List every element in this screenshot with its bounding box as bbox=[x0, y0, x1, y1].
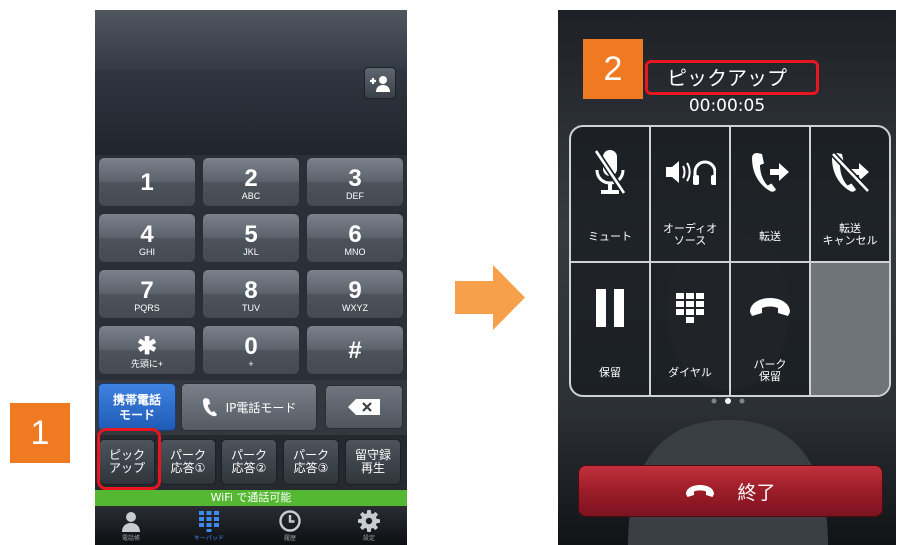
empty-slot bbox=[811, 263, 889, 395]
key-star[interactable]: ✱ 先頭に+ bbox=[98, 325, 196, 375]
audio-source-icon bbox=[666, 160, 716, 185]
backspace-button[interactable] bbox=[325, 385, 403, 429]
step-2-badge: 2 bbox=[583, 39, 643, 99]
step-1-badge: 1 bbox=[10, 403, 70, 463]
tab-settings[interactable]: 設定 bbox=[338, 508, 400, 545]
key-7[interactable]: 7 PQRS bbox=[98, 269, 196, 319]
mute-button[interactable]: ミュート bbox=[571, 127, 651, 263]
caller-name-highlight bbox=[645, 60, 819, 95]
person-icon bbox=[122, 512, 140, 532]
transfer-icon bbox=[752, 153, 789, 192]
dialpad-icon bbox=[676, 293, 704, 323]
gear-icon bbox=[358, 510, 380, 532]
key-8[interactable]: 8 TUV bbox=[202, 269, 300, 319]
tab-history[interactable]: 履歴 bbox=[259, 508, 321, 545]
hold-button[interactable]: 保留 bbox=[571, 263, 651, 395]
transfer-cancel-button[interactable]: 転送 キャンセル bbox=[811, 127, 889, 263]
add-contact-icon bbox=[370, 76, 390, 92]
pause-icon bbox=[596, 289, 624, 327]
backspace-icon bbox=[348, 399, 380, 415]
call-timer: 00:00:05 bbox=[688, 96, 766, 116]
keypad-icon bbox=[199, 511, 219, 532]
dial-button[interactable]: ダイヤル bbox=[651, 263, 731, 395]
end-call-button[interactable]: 終了 bbox=[578, 465, 883, 517]
park-answer-2-button[interactable]: パーク 応答② bbox=[221, 439, 277, 485]
page-dot-active bbox=[725, 398, 731, 404]
key-0[interactable]: 0 + bbox=[202, 325, 300, 375]
wifi-status-bar: WiFi で通話可能 bbox=[95, 490, 407, 506]
page-indicator bbox=[711, 398, 745, 404]
clock-icon bbox=[279, 510, 301, 532]
key-6[interactable]: 6 MNO bbox=[306, 213, 404, 263]
tab-phonebook[interactable]: 電話帳 bbox=[100, 508, 162, 545]
audio-source-button[interactable]: オーディオ ソース bbox=[651, 127, 731, 263]
key-3[interactable]: 3 DEF bbox=[306, 157, 404, 207]
park-answer-3-button[interactable]: パーク 応答③ bbox=[283, 439, 339, 485]
tab-bar: 電話帳 キーパッド 履歴 設定 bbox=[95, 506, 407, 545]
key-hash[interactable]: # bbox=[306, 325, 404, 375]
mode-bar: 携帯電話 モード IP電話モード bbox=[95, 380, 407, 435]
key-4[interactable]: 4 GHI bbox=[98, 213, 196, 263]
voicemail-play-button[interactable]: 留守録 再生 bbox=[345, 439, 401, 485]
handset-icon bbox=[202, 398, 217, 417]
transfer-button[interactable]: 転送 bbox=[731, 127, 811, 263]
park-hold-icon bbox=[750, 298, 790, 316]
number-display bbox=[95, 10, 407, 155]
call-control-grid: ミュート オーディオ ソース 転送 転送 キャンセル 保留 ダイヤル パーク 保… bbox=[569, 125, 891, 397]
mobile-mode-button[interactable]: 携帯電話 モード bbox=[98, 383, 176, 431]
key-1[interactable]: 1 bbox=[98, 157, 196, 207]
add-contact-button[interactable] bbox=[364, 67, 396, 99]
key-2[interactable]: 2 ABC bbox=[202, 157, 300, 207]
dial-keypad: 1 2 ABC 3 DEF 4 GHI 5 JKL 6 MNO 7 PQRS 8… bbox=[95, 155, 407, 380]
transfer-cancel-icon bbox=[830, 151, 870, 193]
page-dot bbox=[739, 398, 745, 404]
key-9[interactable]: 9 WXYZ bbox=[306, 269, 404, 319]
park-answer-1-button[interactable]: パーク 応答① bbox=[160, 439, 216, 485]
ip-phone-mode-button[interactable]: IP電話モード bbox=[181, 383, 317, 431]
park-hold-button[interactable]: パーク 保留 bbox=[731, 263, 811, 395]
page-dot bbox=[711, 398, 717, 404]
mic-muted-icon bbox=[593, 149, 627, 195]
hangup-icon bbox=[686, 485, 715, 497]
key-5[interactable]: 5 JKL bbox=[202, 213, 300, 263]
tab-keypad[interactable]: キーパッド bbox=[178, 508, 240, 545]
pickup-highlight bbox=[97, 428, 161, 490]
arrow-right-icon bbox=[455, 265, 525, 330]
